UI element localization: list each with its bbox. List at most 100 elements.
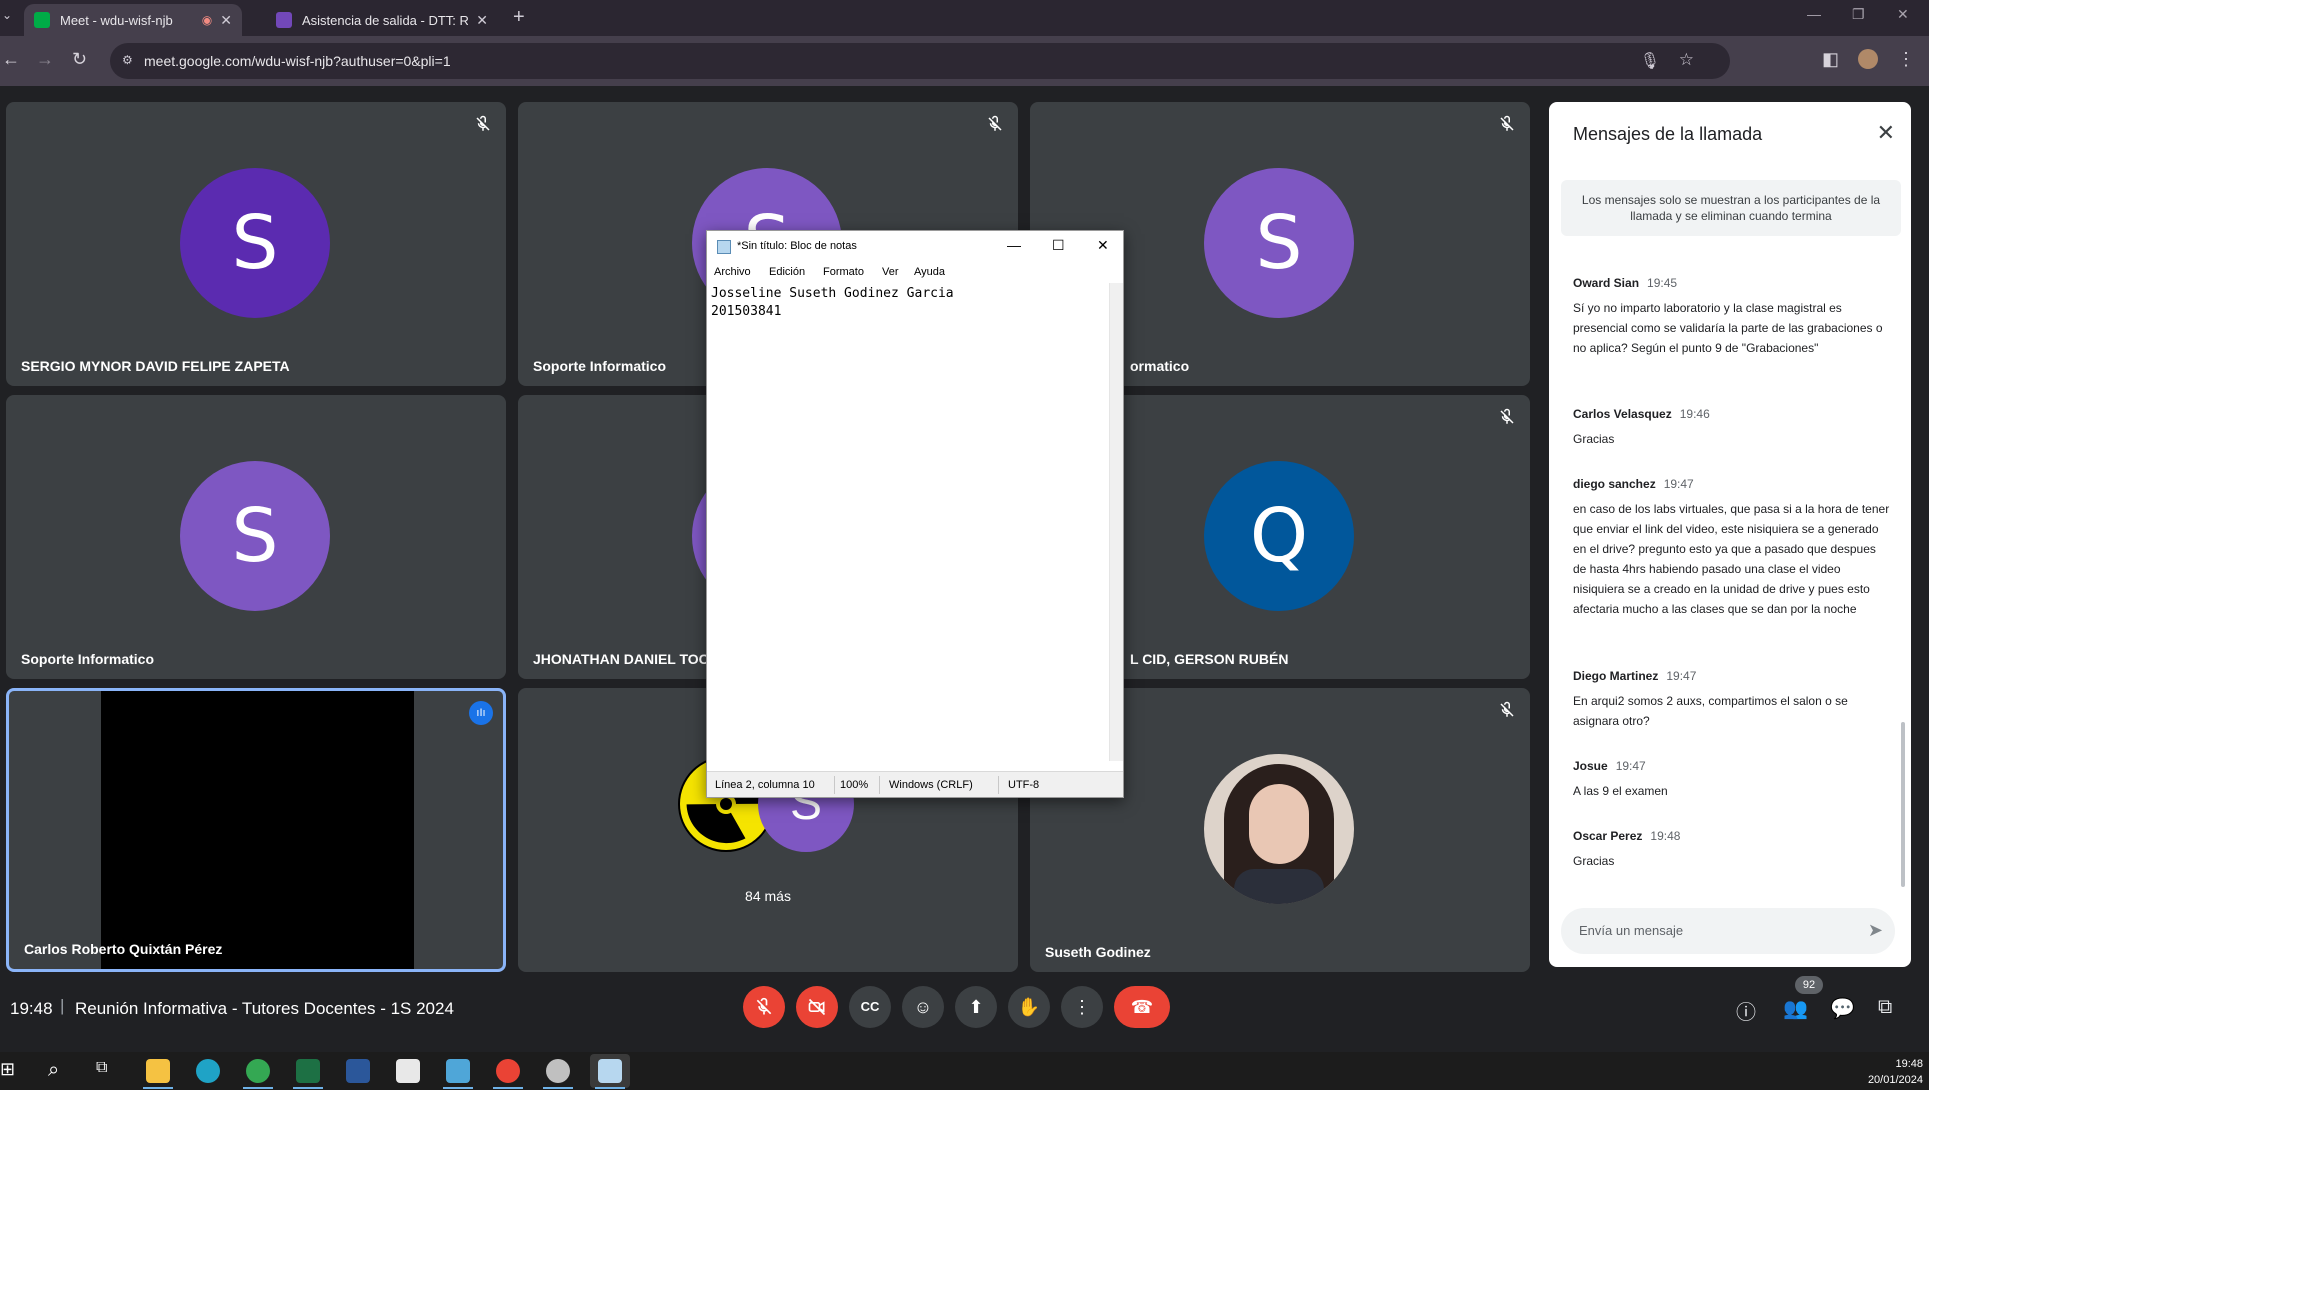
- message-time: 19:47: [1666, 669, 1697, 683]
- tab-asistencia[interactable]: Asistencia de salida - DTT: Reun ✕: [266, 4, 498, 36]
- windows-start-icon[interactable]: ⊞: [0, 1059, 24, 1083]
- chat-scrollbar[interactable]: [1901, 722, 1905, 887]
- meeting-info-icon[interactable]: ⓘ: [1736, 996, 1756, 1025]
- store-icon[interactable]: [396, 1059, 420, 1083]
- message-time: 19:45: [1647, 276, 1678, 290]
- message-text: A las 9 el examen: [1573, 784, 1668, 798]
- mic-off-icon: [1500, 115, 1514, 131]
- chat-message: Carlos Velasquez 19:46 Gracias: [1573, 405, 1891, 449]
- leave-call-button[interactable]: ☎: [1114, 986, 1170, 1028]
- people-icon[interactable]: 👥: [1783, 996, 1808, 1021]
- more-vert-icon: ⋮: [1073, 997, 1091, 1017]
- avatar: S: [180, 461, 330, 611]
- profile-avatar[interactable]: [1858, 49, 1878, 69]
- activities-icon[interactable]: ⧉: [1878, 996, 1892, 1019]
- participant-tile[interactable]: S SERGIO MYNOR DAVID FELIPE ZAPETA: [6, 102, 506, 386]
- message-sender: Josue: [1573, 759, 1608, 773]
- separator: |: [60, 996, 65, 1015]
- tab-close-icon[interactable]: ✕: [220, 12, 232, 29]
- reactions-button[interactable]: ☺: [902, 986, 944, 1028]
- participant-tile[interactable]: S Soporte Informatico: [6, 395, 506, 679]
- speaking-indicator-icon: ıIı: [469, 701, 493, 725]
- chrome-icon[interactable]: [246, 1059, 270, 1083]
- paint-icon[interactable]: [546, 1059, 570, 1083]
- chat-title: Mensajes de la llamada: [1573, 124, 1763, 144]
- tab-search-icon[interactable]: ⌄: [2, 8, 12, 22]
- status-position: Línea 2, columna 10: [715, 779, 815, 791]
- menu-archivo[interactable]: Archivo: [714, 266, 751, 278]
- menu-ayuda[interactable]: Ayuda: [914, 266, 945, 278]
- tab-meet[interactable]: Meet - wdu-wisf-njb ◉ ✕: [24, 4, 242, 36]
- side-panel-icon[interactable]: ◧: [1822, 49, 1839, 70]
- mic-toggle-button[interactable]: [743, 986, 785, 1028]
- minimize-icon[interactable]: —: [1807, 6, 1821, 22]
- message-time: 19:47: [1663, 477, 1694, 491]
- captions-button[interactable]: CC: [849, 986, 891, 1028]
- window-close-icon[interactable]: ✕: [1897, 6, 1909, 23]
- tab-close-icon[interactable]: ✕: [476, 12, 488, 29]
- new-tab-icon[interactable]: +: [513, 6, 525, 29]
- notepad-taskbar-icon: [598, 1059, 622, 1083]
- remote-desktop-icon[interactable]: [446, 1059, 470, 1083]
- excel-icon[interactable]: [296, 1059, 320, 1083]
- notepad-window[interactable]: *Sin título: Bloc de notas — ☐ ✕ Archivo…: [706, 230, 1124, 798]
- chrome-profile-icon[interactable]: [496, 1059, 520, 1083]
- reload-icon[interactable]: ↻: [72, 49, 87, 70]
- bookmark-star-icon[interactable]: ☆: [1679, 50, 1694, 70]
- video-feed: [101, 691, 414, 969]
- send-icon[interactable]: ➤: [1868, 920, 1883, 941]
- forward-icon[interactable]: →: [36, 49, 54, 70]
- menu-formato[interactable]: Formato: [823, 266, 864, 278]
- chrome-menu-icon[interactable]: ⋮: [1897, 49, 1915, 70]
- menu-ver[interactable]: Ver: [882, 266, 899, 278]
- maximize-icon[interactable]: ☐: [1052, 237, 1065, 254]
- participant-tile-speaking[interactable]: ıIı Carlos Roberto Quixtán Pérez: [6, 688, 506, 972]
- notepad-text-area[interactable]: Josseline Suseth Godinez Garcia 20150384…: [711, 285, 1103, 755]
- back-icon[interactable]: ←: [2, 49, 20, 70]
- chat-message: diego sanchez 19:47 en caso de los labs v…: [1573, 475, 1891, 619]
- site-info-icon[interactable]: ⚙: [122, 53, 136, 67]
- search-icon[interactable]: ⌕: [48, 1059, 72, 1083]
- edge-icon[interactable]: [196, 1059, 220, 1083]
- status-zoom: 100%: [840, 779, 869, 791]
- close-icon[interactable]: ✕: [1877, 120, 1895, 146]
- microphone-icon[interactable]: 🎙: [1640, 51, 1660, 71]
- more-options-button[interactable]: ⋮: [1061, 986, 1103, 1028]
- chat-input-placeholder: Envía un mensaje: [1579, 923, 1684, 938]
- message-text: Gracias: [1573, 854, 1615, 868]
- taskbar-clock[interactable]: 19:48 20/01/2024: [1868, 1056, 1923, 1088]
- camera-toggle-button[interactable]: [796, 986, 838, 1028]
- notepad-statusbar: Línea 2, columna 10 100% Windows (CRLF) …: [707, 771, 1123, 797]
- avatar: S: [180, 168, 330, 318]
- emoji-icon: ☺: [913, 997, 933, 1017]
- maximize-icon[interactable]: ❐: [1852, 6, 1865, 23]
- present-button[interactable]: ⬆: [955, 986, 997, 1028]
- chat-input[interactable]: Envía un mensaje ➤: [1561, 908, 1895, 954]
- mic-off-icon: [988, 115, 1002, 131]
- message-sender: diego sanchez: [1573, 477, 1656, 491]
- participant-name: ormatico: [1130, 358, 1190, 374]
- status-encoding: UTF-8: [1008, 779, 1040, 791]
- menu-edicion[interactable]: Edición: [769, 266, 805, 278]
- windows-taskbar: ⊞ ⌕ ⧉ 19:48 20/01/2024: [0, 1052, 1929, 1090]
- notepad-scrollbar[interactable]: [1109, 283, 1123, 761]
- notepad-title: *Sin título: Bloc de notas: [737, 240, 857, 252]
- meeting-title: Reunión Informativa - Tutores Docentes -…: [75, 999, 454, 1018]
- close-icon[interactable]: ✕: [1097, 237, 1109, 254]
- notepad-titlebar[interactable]: *Sin título: Bloc de notas — ☐ ✕: [707, 231, 1123, 263]
- minimize-icon[interactable]: —: [1007, 237, 1021, 253]
- meeting-clock: 19:48: [10, 999, 53, 1018]
- chat-message: Oscar Perez 19:48 Gracias: [1573, 827, 1891, 871]
- participant-name: Soporte Informatico: [21, 651, 155, 667]
- word-icon[interactable]: [346, 1059, 370, 1083]
- chat-panel: Mensajes de la llamada ✕ Los mensajes so…: [1549, 102, 1911, 967]
- file-explorer-icon[interactable]: [146, 1059, 170, 1083]
- forms-favicon-icon: [276, 12, 292, 28]
- task-view-icon[interactable]: ⧉: [96, 1059, 120, 1083]
- message-sender: Oward Sian: [1573, 276, 1640, 290]
- mic-off-icon: [756, 997, 772, 1015]
- raise-hand-button[interactable]: ✋: [1008, 986, 1050, 1028]
- people-count-badge: 92: [1795, 976, 1823, 994]
- address-bar[interactable]: ⚙ meet.google.com/wdu-wisf-njb?authuser=…: [110, 43, 1730, 79]
- chat-icon[interactable]: 💬: [1830, 996, 1855, 1021]
